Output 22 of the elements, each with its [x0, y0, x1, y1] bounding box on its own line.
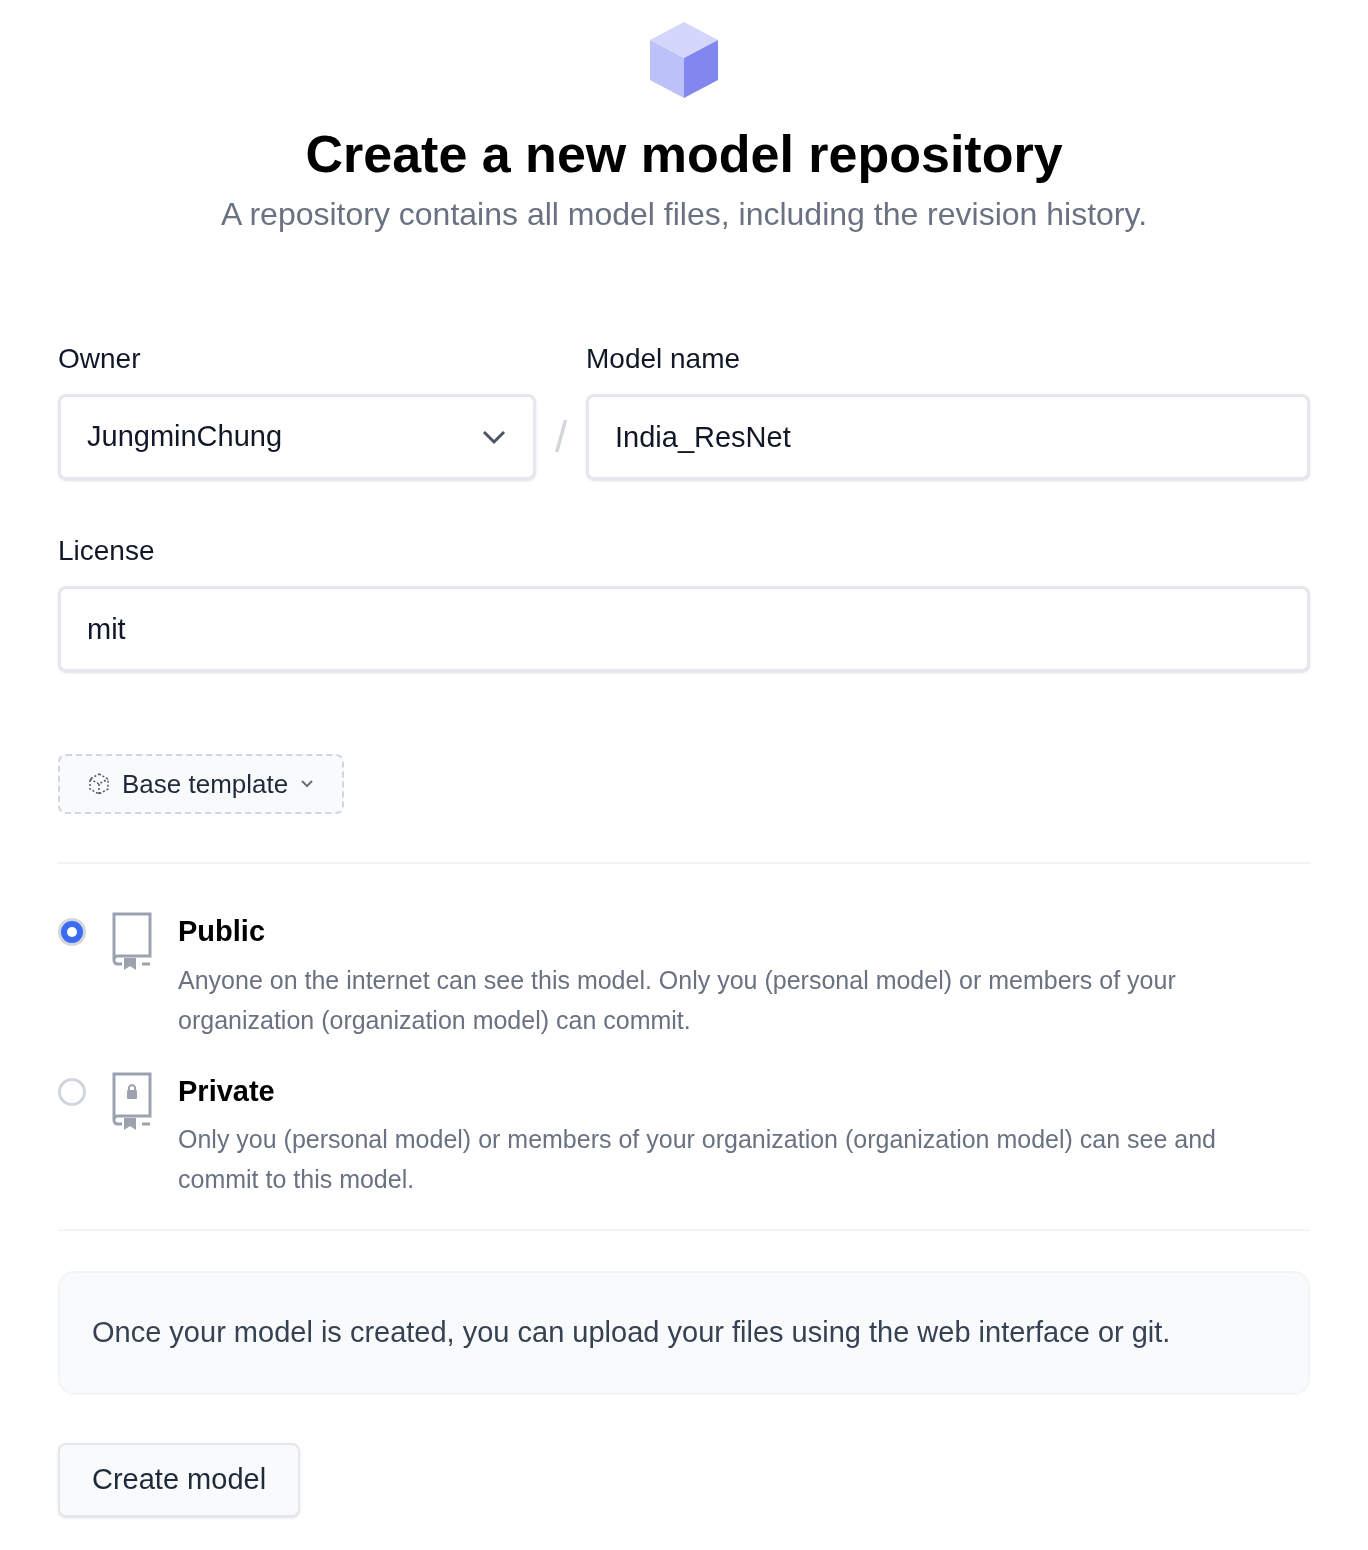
model-name-field[interactable]: India_ResNet [586, 394, 1310, 480]
license-label: License [58, 534, 156, 568]
radio-button[interactable] [58, 918, 86, 946]
radio-button[interactable] [58, 1077, 86, 1106]
option-title: Private [178, 1073, 276, 1109]
model-name-label: Model name [586, 342, 742, 376]
chevron-down-icon [481, 429, 507, 445]
owner-label: Owner [58, 342, 142, 376]
notice-text: Once your model is created, you can upload your files using the web interface or git. [92, 1315, 1172, 1350]
option-title: Public [178, 914, 266, 949]
option-description: Only you (personal model) or members of your organization (organization model) can see and commit to this model. [178, 1124, 1218, 1195]
base-template-button[interactable]: Base template [58, 754, 345, 814]
slash-separator: / [554, 411, 568, 463]
license-field[interactable]: mit [58, 586, 1310, 672]
owner-dropdown[interactable]: JungminChung [58, 394, 536, 480]
chevron-down-icon [300, 779, 315, 789]
cube-logo-icon [648, 20, 720, 100]
page-subtitle: A repository contains all model files, including the revision history. [220, 195, 1148, 234]
create-model-button[interactable]: Create model [58, 1442, 301, 1517]
option-description: Anyone on the internet can see this model. Only you (personal model) or members of your organization (organization model) can commit. [178, 964, 1177, 1036]
cube-outline-icon [88, 772, 110, 796]
page-title: Create a new model repository [305, 124, 1063, 184]
